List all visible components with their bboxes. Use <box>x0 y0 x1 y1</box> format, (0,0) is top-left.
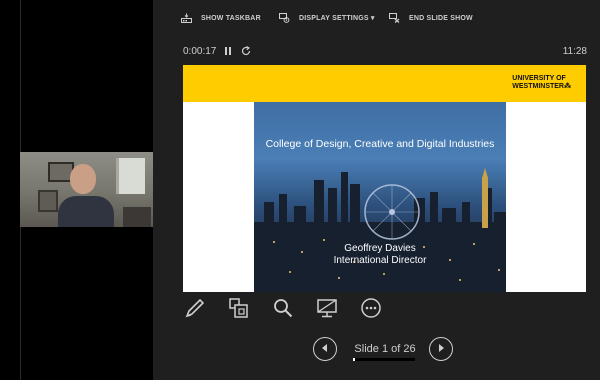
display-settings-button[interactable]: DISPLAY SETTINGS ▾ <box>279 13 375 23</box>
university-logo: UNIVERSITY OF WESTMINSTER⁂ <box>512 75 571 91</box>
presenter-credit: Geoffrey Davies International Director <box>254 243 506 267</box>
pause-icon[interactable] <box>224 46 233 59</box>
london-skyline-photo: College of Design, Creative and Digital … <box>254 102 506 292</box>
slide-progress-bar <box>353 358 415 361</box>
chevron-right-icon <box>436 340 446 358</box>
end-show-icon <box>389 13 400 23</box>
previous-slide-button[interactable] <box>313 337 337 361</box>
slide-counter[interactable]: Slide 1 of 26 <box>343 343 427 355</box>
more-icon <box>360 297 382 324</box>
taskbar-icon <box>181 13 192 23</box>
clock: 11:28 <box>562 46 587 57</box>
top-toolbar: SHOW TASKBAR DISPLAY SETTINGS ▾ END SLID… <box>153 0 600 36</box>
display-settings-label: DISPLAY SETTINGS ▾ <box>299 15 375 22</box>
pen-tool-button[interactable] <box>181 296 209 324</box>
restart-icon[interactable] <box>241 46 251 59</box>
zoom-button[interactable] <box>269 296 297 324</box>
wall-picture <box>38 190 58 212</box>
current-slide[interactable]: UNIVERSITY OF WESTMINSTER⁂ College of De… <box>183 65 586 292</box>
logo-line: UNIVERSITY OF <box>512 75 566 82</box>
show-taskbar-button[interactable]: SHOW TASKBAR <box>181 13 261 23</box>
see-all-slides-button[interactable] <box>225 296 253 324</box>
window <box>116 158 145 194</box>
magnifier-icon <box>272 297 294 324</box>
pen-icon <box>184 297 206 324</box>
more-options-button[interactable] <box>357 296 385 324</box>
slide-progress-fill <box>353 358 356 361</box>
presenter-role: International Director <box>333 255 427 266</box>
slide-navigation: Slide 1 of 26 <box>313 335 463 365</box>
webcam-video <box>20 152 153 227</box>
chevron-left-icon <box>320 340 330 358</box>
end-slide-show-button[interactable]: END SLIDE SHOW <box>389 13 473 23</box>
slides-grid-icon <box>228 297 250 324</box>
presenter-name: Geoffrey Davies <box>344 243 416 254</box>
show-taskbar-label: SHOW TASKBAR <box>201 14 261 22</box>
shelf <box>123 207 151 227</box>
presenter-tools <box>181 296 385 324</box>
slide-title: College of Design, Creative and Digital … <box>265 138 495 150</box>
presenter-head <box>70 164 96 194</box>
logo-line: WESTMINSTER⁂ <box>512 83 571 90</box>
presenter-view: SHOW TASKBAR DISPLAY SETTINGS ▾ END SLID… <box>153 0 600 380</box>
next-slide-button[interactable] <box>429 337 453 361</box>
end-slide-show-label: END SLIDE SHOW <box>409 14 473 22</box>
pointer-screen-icon <box>316 297 338 324</box>
elapsed-timer: 0:00:17 <box>183 46 217 57</box>
timer-row: 0:00:17 11:28 <box>153 46 600 62</box>
display-settings-icon <box>279 13 290 23</box>
presenter-body <box>58 196 114 227</box>
black-screen-button[interactable] <box>313 296 341 324</box>
